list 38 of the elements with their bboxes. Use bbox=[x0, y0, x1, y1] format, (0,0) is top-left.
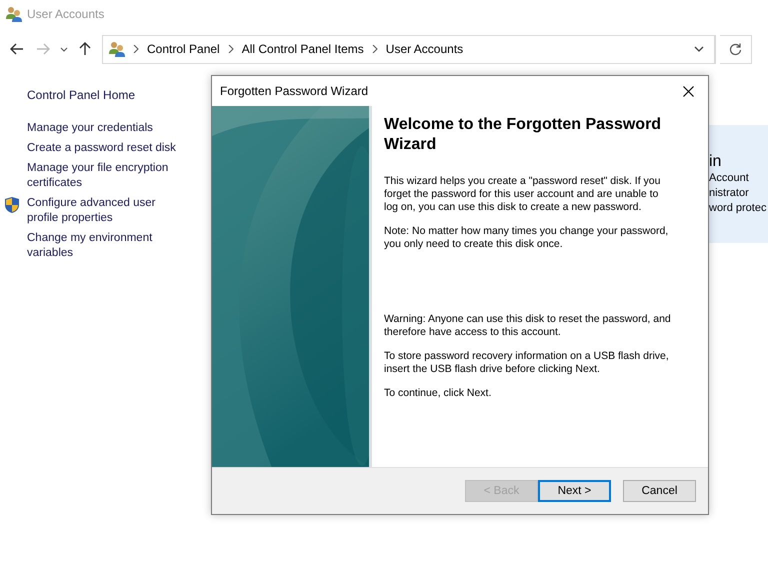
chevron-icon bbox=[133, 45, 139, 53]
chevron-icon bbox=[372, 45, 378, 53]
breadcrumb[interactable]: Control Panel bbox=[147, 42, 220, 56]
next-button[interactable]: Next > bbox=[538, 480, 611, 502]
wizard-text: To continue, click Next. bbox=[384, 387, 492, 400]
account-detail: word protec bbox=[709, 201, 768, 216]
wizard-text: This wizard helps you create a "password reset" disk. If you forget the password for this user account and are unable to log on, you can use this disk to create a new password. bbox=[384, 175, 662, 214]
sidebar-link[interactable]: Change my environment variables bbox=[5, 231, 177, 261]
window-title: User Accounts bbox=[27, 7, 104, 21]
users-icon bbox=[6, 6, 22, 22]
wizard-heading: Welcome to the Forgotten Password Wizard bbox=[384, 115, 662, 155]
sidebar-link[interactable]: Manage your credentials bbox=[5, 121, 187, 136]
wizard-text: Note: No matter how many times you change your password, you only need to create this disk once. bbox=[384, 225, 670, 251]
breadcrumb[interactable]: All Control Panel Items bbox=[242, 42, 364, 56]
account-detail: Account bbox=[709, 171, 750, 186]
address-bar[interactable]: Control Panel All Control Panel Items User Accounts bbox=[102, 34, 716, 64]
forward-arrow-icon bbox=[36, 43, 50, 55]
sidebar-link[interactable]: Manage your file encryption certificates bbox=[5, 161, 177, 191]
users-icon bbox=[109, 41, 125, 57]
refresh-button[interactable] bbox=[720, 34, 752, 64]
breadcrumb[interactable]: User Accounts bbox=[386, 42, 464, 56]
sidebar-link[interactable]: Create a password reset disk bbox=[5, 141, 187, 156]
sidebar-link[interactable]: Configure advanced user profile properties bbox=[5, 196, 177, 226]
chevron-icon bbox=[228, 45, 234, 53]
account-detail: nistrator bbox=[709, 186, 750, 201]
back-arrow-icon bbox=[10, 43, 24, 55]
shield-icon bbox=[5, 197, 19, 213]
refresh-icon bbox=[729, 42, 742, 56]
up-arrow-icon bbox=[79, 42, 91, 56]
caret-icon bbox=[694, 46, 704, 52]
wizard-text: Warning: Anyone can use this disk to reset the password, and therefore have access to this account. bbox=[384, 313, 672, 339]
account-name: in bbox=[709, 153, 722, 171]
cancel-button[interactable]: Cancel bbox=[623, 480, 696, 502]
close-icon bbox=[682, 86, 694, 96]
dialog-title: Forgotten Password Wizard bbox=[220, 84, 368, 98]
caret-icon bbox=[60, 46, 68, 52]
wizard-text: To store password recovery information on a USB flash drive, insert the USB flash drive before clicking Next. bbox=[384, 350, 670, 376]
sidebar-link[interactable]: Control Panel Home bbox=[27, 88, 207, 102]
